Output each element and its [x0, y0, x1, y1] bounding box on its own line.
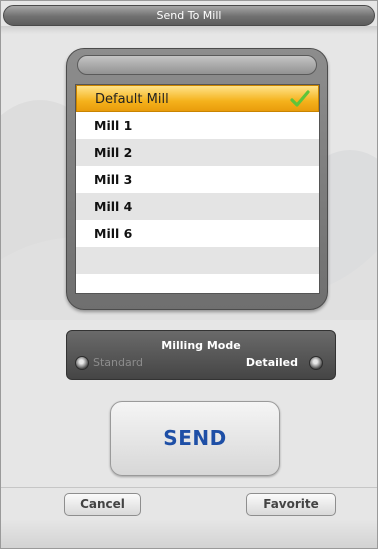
mill-list-item[interactable]: Mill 3	[76, 166, 319, 193]
mill-list-item-label: Mill 1	[94, 118, 133, 133]
milling-mode-panel: Milling Mode Standard Detailed	[66, 330, 336, 380]
cancel-button[interactable]: Cancel	[64, 493, 141, 516]
standard-radio-button[interactable]	[75, 356, 89, 370]
mill-list-item[interactable]: Mill 1	[76, 112, 319, 139]
panel-header	[77, 55, 317, 75]
mill-list-item-label: Default Mill	[95, 92, 169, 107]
mill-list-item-default[interactable]: Default Mill	[76, 85, 319, 112]
check-icon	[290, 90, 310, 107]
mill-list-item[interactable]: Mill 2	[76, 139, 319, 166]
top-band	[0, 26, 378, 34]
bottom-band	[0, 519, 378, 549]
mill-list-item[interactable]: Mill 4	[76, 193, 319, 220]
mill-list-panel: Default Mill Mill 1 Mill 2 Mill 3 Mill 4…	[66, 48, 328, 310]
milling-mode-title: Milling Mode	[161, 339, 241, 352]
window-title: Send To Mill	[156, 9, 222, 22]
send-button[interactable]: SEND	[110, 401, 280, 476]
window-title-bar: Send To Mill	[3, 5, 375, 26]
detailed-radio-button[interactable]	[309, 356, 323, 370]
mill-list-item-label: Mill 3	[94, 172, 133, 187]
favorite-button[interactable]: Favorite	[246, 493, 336, 516]
mill-list-empty-row	[76, 247, 319, 274]
detailed-radio-label[interactable]: Detailed	[246, 356, 298, 370]
mill-list-item-label: Mill 6	[94, 226, 133, 241]
mill-list-item[interactable]: Mill 6	[76, 220, 319, 247]
mill-list-item-label: Mill 2	[94, 145, 133, 160]
mill-list-item-label: Mill 4	[94, 199, 133, 214]
mill-list-empty-row	[76, 274, 319, 293]
standard-radio-label[interactable]: Standard	[93, 356, 143, 370]
footer-divider	[0, 487, 378, 488]
mill-list[interactable]: Default Mill Mill 1 Mill 2 Mill 3 Mill 4…	[75, 84, 320, 294]
